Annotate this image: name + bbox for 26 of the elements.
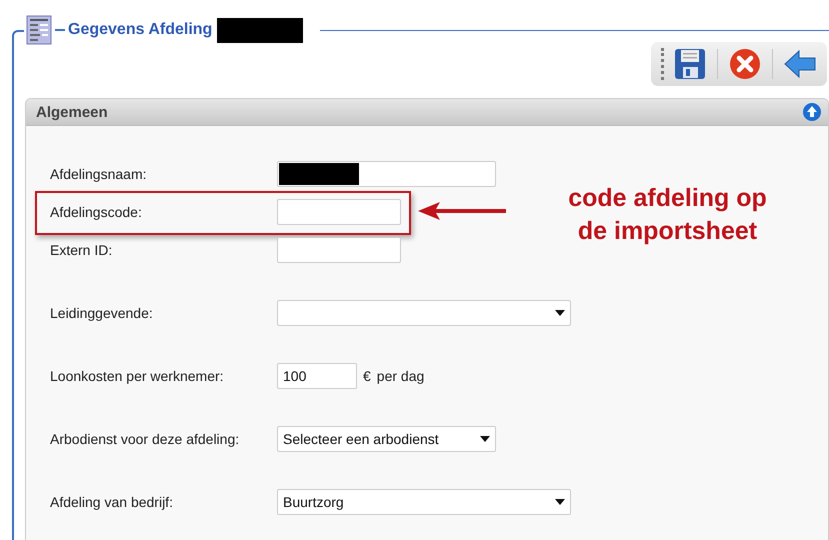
field-label: Arbodienst voor deze afdeling: (50, 431, 240, 447)
save-icon[interactable] (673, 47, 707, 81)
window-title: Gegevens Afdeling (68, 21, 212, 39)
dropdown[interactable]: Selecteer een arbodienst (277, 426, 496, 452)
field-label: Leidinggevende: (50, 305, 154, 321)
input-field[interactable] (277, 237, 401, 263)
caret-icon (555, 310, 565, 316)
input-field[interactable] (277, 199, 401, 225)
caret-icon (555, 499, 565, 505)
input-field[interactable]: 100 (277, 363, 357, 389)
field-label: Afdelingscode: (50, 204, 143, 220)
field-label: Extern ID: (50, 242, 114, 258)
field-label: Afdelingsnaam: (50, 166, 148, 182)
panel-title: Algemeen (36, 104, 108, 120)
collapse-up-icon[interactable] (802, 102, 822, 122)
dropdown[interactable]: Buurtzorg (277, 489, 571, 515)
caret-icon (480, 436, 490, 442)
form-icon (26, 15, 52, 45)
unit-text: per dag (376, 368, 424, 384)
annotation-text: code afdeling op de importsheet (567, 183, 768, 247)
field-label: Afdeling van bedrijf: (50, 494, 174, 510)
input-field[interactable] (277, 161, 496, 187)
cancel-icon[interactable] (728, 47, 762, 81)
back-arrow-icon[interactable] (783, 47, 817, 81)
currency-sign: € (363, 368, 371, 384)
field-label: Loonkosten per werknemer: (50, 368, 225, 384)
